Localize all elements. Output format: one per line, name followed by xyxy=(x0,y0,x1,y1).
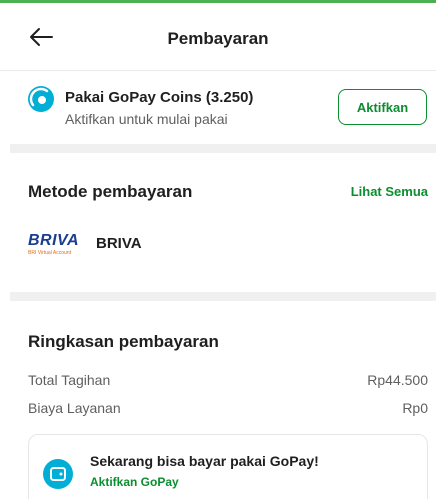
service-fee-label: Biaya Layanan xyxy=(28,400,121,416)
briva-logo-text: BRIVA xyxy=(28,232,80,249)
gopay-coins-section: Pakai GoPay Coins (3.250) Aktifkan untuk… xyxy=(0,72,436,144)
gopay-coins-icon xyxy=(28,86,54,112)
activate-gopay-link[interactable]: Aktifkan GoPay xyxy=(90,475,179,489)
arrow-left-icon xyxy=(30,28,53,46)
briva-logo: BRIVA BRI Virtual Account xyxy=(28,232,84,256)
activate-coins-button[interactable]: Aktifkan xyxy=(338,89,427,125)
summary-title: Ringkasan pembayaran xyxy=(28,332,219,351)
coins-subtitle: Aktifkan untuk mulai pakai xyxy=(65,111,228,127)
gopay-promo-card[interactable]: Sekarang bisa bayar pakai GoPay! Aktifka… xyxy=(28,434,428,499)
coins-title: Pakai GoPay Coins (3.250) xyxy=(65,89,254,106)
wallet-icon xyxy=(43,459,73,489)
payment-method-name: BRIVA xyxy=(96,235,142,252)
total-bill-label: Total Tagihan xyxy=(28,372,111,388)
payment-method-item-briva[interactable]: BRIVA BRI Virtual Account BRIVA xyxy=(28,229,428,259)
section-divider xyxy=(10,144,436,153)
back-button[interactable] xyxy=(28,25,54,49)
page-header: Pembayaran xyxy=(0,3,436,71)
gopay-promo-title: Sekarang bisa bayar pakai GoPay! xyxy=(90,453,319,469)
briva-logo-subtext: BRI Virtual Account xyxy=(28,250,71,256)
total-bill-value: Rp44.500 xyxy=(367,372,428,388)
section-divider xyxy=(10,292,436,301)
page-title: Pembayaran xyxy=(167,29,269,48)
payment-method-title: Metode pembayaran xyxy=(28,182,193,201)
see-all-link[interactable]: Lihat Semua xyxy=(351,184,428,199)
service-fee-value: Rp0 xyxy=(402,400,428,416)
